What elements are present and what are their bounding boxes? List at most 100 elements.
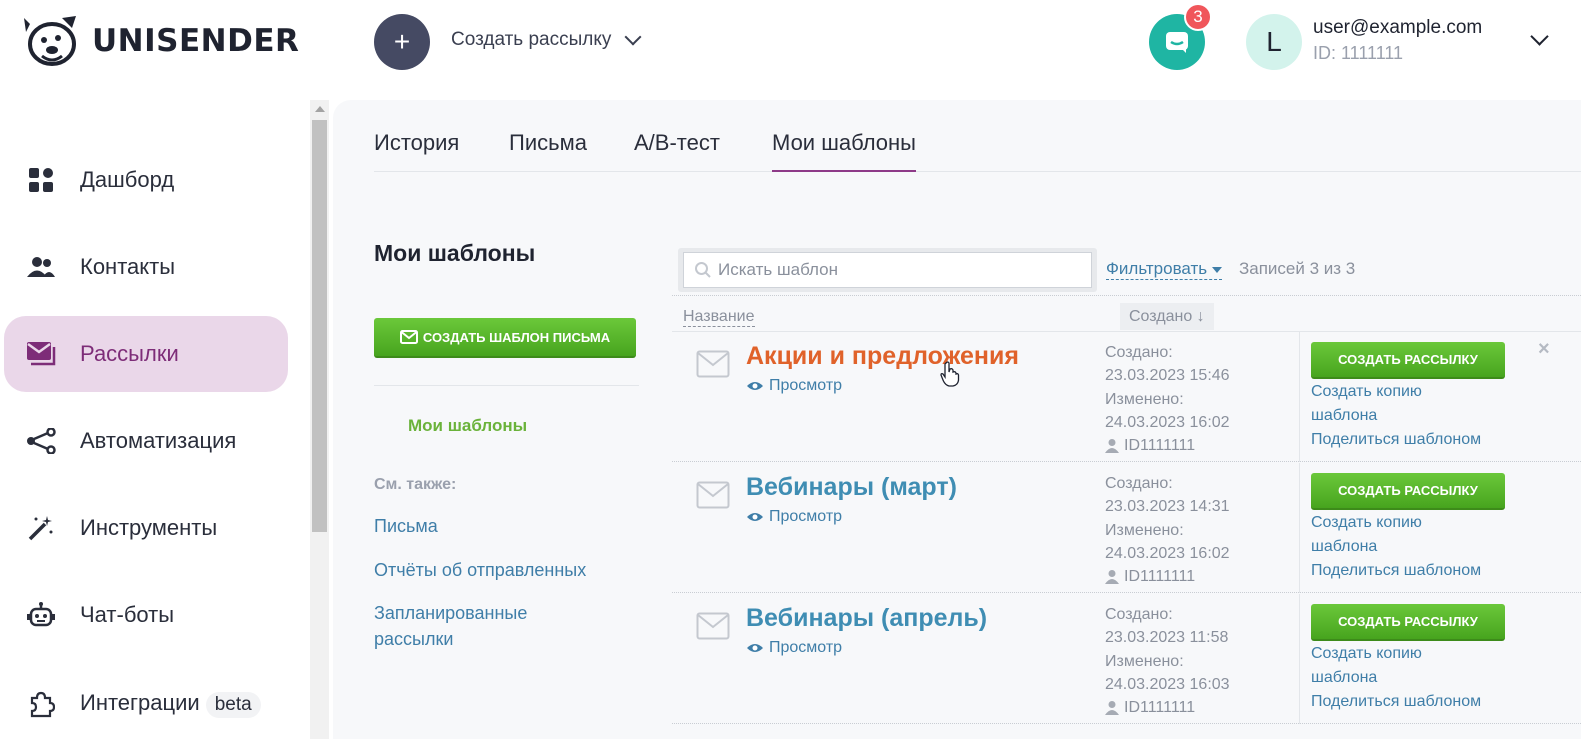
modified-date: 24.03.2023 16:02 — [1105, 544, 1230, 562]
sidebar-item-label: Чат-боты — [80, 602, 175, 627]
sidebar-item-automation[interactable]: Автоматизация — [4, 403, 288, 479]
see-also-link-letters[interactable]: Письма — [374, 513, 438, 539]
table-top-line — [672, 295, 1581, 296]
filter-dropdown[interactable]: Фильтровать — [1106, 259, 1223, 280]
owner-id: ID1111111 — [1105, 434, 1230, 457]
dashboard-icon — [26, 165, 56, 195]
share-template-link[interactable]: Поделиться шаблоном — [1311, 690, 1481, 714]
owner-id-text: ID1111111 — [1124, 699, 1196, 717]
template-name[interactable]: Акции и предложения — [746, 342, 1019, 371]
column-divider — [1299, 594, 1300, 724]
create-campaign-button[interactable]: СОЗДАТЬ РАССЫЛКУ — [1311, 473, 1505, 510]
tab-letters[interactable]: Письма — [509, 130, 587, 170]
hand-cursor-icon — [940, 361, 960, 387]
scroll-thumb[interactable] — [312, 120, 327, 532]
template-name[interactable]: Вебинары (апрель) — [746, 604, 987, 633]
copy-template-link[interactable]: Создать копию шаблона — [1311, 380, 1422, 427]
copy-template-link[interactable]: Создать копию шаблона — [1311, 642, 1422, 689]
preview-link[interactable]: Просмотр — [746, 639, 842, 657]
tabs-bar: История Письма A/B-тест Мои шаблоны — [374, 130, 1581, 172]
user-menu-chevron-icon[interactable] — [1530, 27, 1549, 46]
sidebar-item-label: Контакты — [80, 254, 176, 279]
tab-ab-test[interactable]: A/B-тест — [634, 130, 720, 170]
user-avatar[interactable]: L — [1246, 14, 1302, 70]
preview-link[interactable]: Просмотр — [746, 377, 842, 395]
search-wrapper: Искать шаблон — [678, 248, 1097, 292]
copy-template-line1: Создать копию — [1311, 383, 1422, 400]
created-label: Создано: — [1105, 475, 1173, 492]
page-title: Мои шаблоны — [374, 240, 536, 266]
integrations-label: Интеграции — [80, 690, 200, 715]
preview-label: Просмотр — [769, 639, 843, 656]
sidebar-item-label: Автоматизация — [80, 428, 237, 453]
chat-notification-badge: 3 — [1184, 3, 1212, 31]
created-date: 23.03.2023 15:46 — [1105, 367, 1230, 385]
owner-id-text: ID1111111 — [1124, 568, 1196, 586]
column-header-created[interactable]: Создано ↓ — [1120, 303, 1214, 330]
envelope-icon — [696, 350, 730, 378]
template-meta: Создано: 23.03.2023 11:58 Изменено: 24.0… — [1105, 603, 1230, 719]
delete-template-close-icon[interactable]: × — [1538, 338, 1550, 361]
create-campaign-plus-button[interactable]: + — [374, 14, 430, 70]
divider — [374, 385, 639, 386]
created-label: Создано: — [1105, 344, 1173, 361]
template-meta: Создано: 23.03.2023 15:46 Изменено: 24.0… — [1105, 341, 1230, 457]
scroll-up-arrow-icon[interactable] — [315, 106, 325, 112]
sidebar-item-contacts[interactable]: Контакты — [4, 229, 288, 305]
caret-down-icon — [1212, 266, 1223, 273]
sidebar: Дашборд Контакты Рассылки Автоматизация … — [0, 100, 310, 739]
logo-text: UNISENDER — [92, 23, 300, 59]
sidebar-item-dashboard[interactable]: Дашборд — [4, 142, 288, 218]
beta-badge: beta — [205, 692, 261, 718]
top-header: UNISENDER + Создать рассылку 3 L user@ex… — [0, 0, 1581, 84]
dog-logo-icon — [24, 16, 76, 66]
sidebar-item-integrations[interactable]: Интеграции beta — [4, 666, 288, 739]
see-also-link-scheduled[interactable]: Запланированные рассылки — [374, 600, 574, 652]
created-date: 23.03.2023 14:31 — [1105, 498, 1230, 516]
share-template-link[interactable]: Поделиться шаблоном — [1311, 559, 1481, 583]
share-template-link[interactable]: Поделиться шаблоном — [1311, 428, 1481, 452]
sidebar-item-label: Рассылки — [80, 341, 179, 366]
sidebar-scrollbar[interactable] — [310, 100, 329, 739]
create-campaign-button[interactable]: СОЗДАТЬ РАССЫЛКУ — [1311, 604, 1505, 641]
sidebar-item-mailings[interactable]: Рассылки — [4, 316, 288, 392]
preview-label: Просмотр — [769, 508, 843, 525]
automation-icon — [26, 426, 56, 456]
see-also-link-reports[interactable]: Отчёты об отправленных — [374, 557, 586, 583]
envelope-icon — [696, 612, 730, 640]
copy-template-line1: Создать копию — [1311, 514, 1422, 531]
sidebar-item-label: Дашборд — [80, 167, 175, 192]
template-name[interactable]: Вебинары (март) — [746, 473, 957, 502]
robot-icon — [26, 600, 56, 630]
copy-template-link[interactable]: Создать копию шаблона — [1311, 511, 1422, 558]
column-header-name[interactable]: Название — [683, 308, 755, 327]
tab-my-templates[interactable]: Мои шаблоны — [772, 130, 916, 172]
left-link-my-templates[interactable]: Мои шаблоны — [408, 416, 527, 436]
user-icon — [1105, 570, 1119, 585]
created-date: 23.03.2023 11:58 — [1105, 629, 1229, 647]
preview-link[interactable]: Просмотр — [746, 508, 842, 526]
user-email[interactable]: user@example.com — [1313, 17, 1482, 39]
column-divider — [1299, 463, 1300, 593]
sidebar-item-tools[interactable]: Инструменты — [4, 490, 288, 566]
create-campaign-dropdown[interactable]: Создать рассылку — [451, 28, 642, 51]
search-icon — [695, 262, 711, 278]
copy-template-line2: шаблона — [1311, 406, 1378, 424]
search-input[interactable]: Искать шаблон — [683, 252, 1092, 288]
preview-label: Просмотр — [769, 377, 843, 394]
records-count: Записей 3 из 3 — [1239, 259, 1356, 278]
contacts-icon — [26, 252, 56, 282]
user-id: ID: 1111111 — [1313, 43, 1404, 63]
sidebar-item-chatbots[interactable]: Чат-боты — [4, 577, 288, 653]
magic-wand-icon — [26, 513, 56, 543]
table-row: Акции и предложения Просмотр Создано: 23… — [672, 332, 1581, 462]
eye-icon — [747, 382, 763, 390]
table-row: Вебинары (апрель) Просмотр Создано: 23.0… — [672, 594, 1581, 724]
eye-icon — [747, 644, 763, 652]
logo[interactable]: UNISENDER — [22, 14, 299, 68]
user-icon — [1105, 439, 1119, 454]
owner-id-text: ID1111111 — [1124, 437, 1196, 455]
create-template-button[interactable]: СОЗДАТЬ ШАБЛОН ПИСЬМА — [374, 318, 636, 358]
create-campaign-button[interactable]: СОЗДАТЬ РАССЫЛКУ — [1311, 342, 1505, 379]
tab-history[interactable]: История — [374, 130, 459, 170]
